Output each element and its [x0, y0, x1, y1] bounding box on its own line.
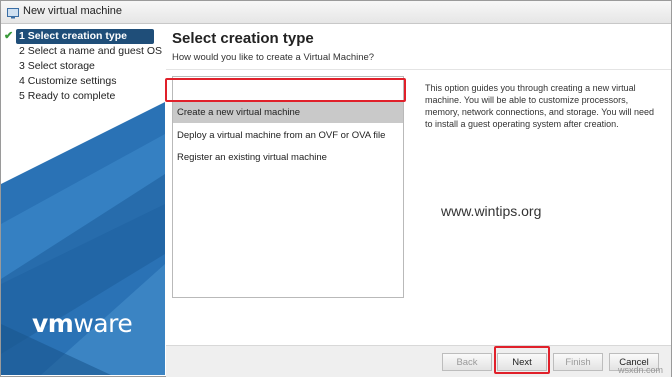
window-title: New virtual machine: [23, 5, 123, 17]
page-subtitle: How would you like to create a Virtual M…: [172, 52, 375, 63]
title-bar: New virtual machine: [1, 1, 671, 24]
step-label: 1 Select creation type: [19, 30, 127, 42]
step-label: 5 Ready to complete: [19, 90, 116, 102]
corner-watermark: wsxdn.com: [617, 365, 663, 375]
step-list: ✔ 1 Select creation type 2 Select a name…: [1, 29, 165, 104]
next-highlight: [494, 346, 550, 374]
step-customize-settings[interactable]: 4 Customize settings: [1, 74, 165, 89]
wizard-footer: Back Next Finish Cancel wsxdn.com: [166, 345, 671, 377]
creation-type-list: Create a new virtual machine Deploy a vi…: [172, 76, 404, 298]
watermark-text: www.wintips.org: [441, 203, 542, 219]
step-select-storage[interactable]: 3 Select storage: [1, 59, 165, 74]
vm-icon: [7, 6, 19, 19]
main-panel: Select creation type How would you like …: [166, 24, 671, 344]
step-label: 3 Select storage: [19, 60, 95, 72]
step-label: 2 Select a name and guest OS: [19, 45, 163, 57]
vmware-logo: vmware: [32, 309, 133, 338]
step-select-name-guest-os[interactable]: 2 Select a name and guest OS: [1, 44, 165, 59]
step-select-creation-type[interactable]: ✔ 1 Select creation type: [4, 29, 154, 44]
option-deploy-ovf-ova[interactable]: Deploy a virtual machine from an OVF or …: [173, 125, 403, 146]
step-ready-to-complete[interactable]: 5 Ready to complete: [1, 89, 165, 104]
option-description: This option guides you through creating …: [425, 83, 654, 129]
checkmark-icon: ✔: [4, 30, 14, 42]
option-create-new-vm[interactable]: Create a new virtual machine: [173, 102, 403, 123]
option-register-existing-vm[interactable]: Register an existing virtual machine: [173, 147, 403, 168]
divider: [166, 69, 671, 70]
finish-button[interactable]: Finish: [553, 353, 603, 371]
wizard-sidebar: ✔ 1 Select creation type 2 Select a name…: [1, 24, 165, 375]
back-button[interactable]: Back: [442, 353, 492, 371]
step-label: 4 Customize settings: [19, 75, 117, 87]
page-title: Select creation type: [172, 30, 314, 47]
selection-highlight: [165, 78, 406, 102]
